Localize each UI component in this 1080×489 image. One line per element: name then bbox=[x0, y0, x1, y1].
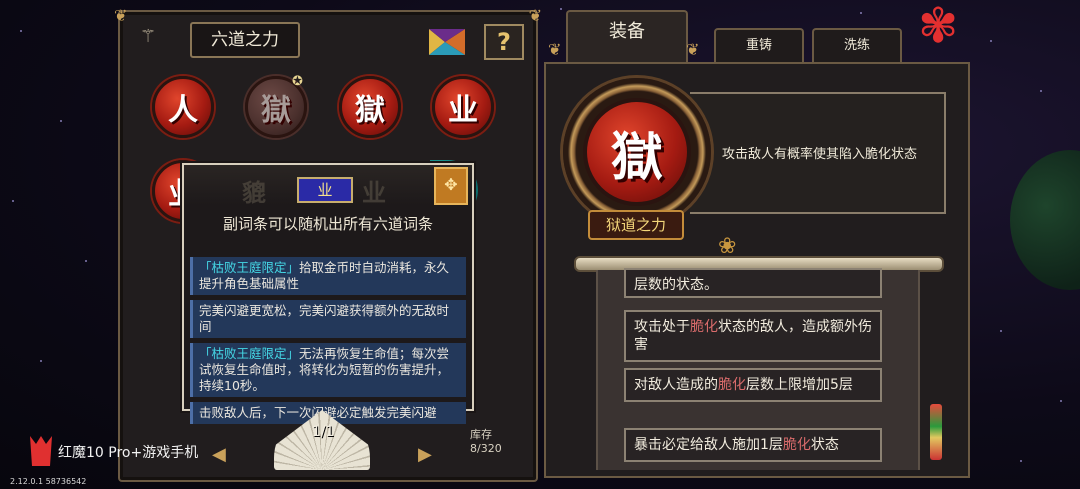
tangram-icon bbox=[429, 29, 465, 55]
six-path-orb[interactable]: 业 bbox=[432, 76, 494, 138]
equipped-description: 攻击敌人有概率使其陷入脆化状态 bbox=[722, 147, 918, 162]
list-item: 「枯败王庭限定」无法再恢复生命值；每次尝试恢复生命值时，将转化为短暂的伤害提升，… bbox=[190, 343, 466, 397]
panel-title: 六道之力 bbox=[190, 22, 300, 58]
affix-tooltip: 貔 业 业 ✥ 副词条可以随机出所有六道词条 「枯败王庭限定」拾取金币时自动消耗… bbox=[182, 163, 474, 424]
ornament-corner-icon: ❦ bbox=[686, 40, 700, 59]
affix-item: 层数的状态。 bbox=[624, 268, 882, 298]
trident-icon: ⚚ bbox=[140, 26, 157, 47]
storage-count: 8/320 bbox=[470, 442, 502, 455]
tooltip-badge: 业 bbox=[297, 177, 353, 203]
ornament-corner-icon: ❦ bbox=[548, 40, 562, 59]
lock-icon[interactable]: ✥ bbox=[434, 167, 468, 205]
tab-reforge[interactable]: 重铸 bbox=[714, 28, 804, 62]
brand-watermark: 红魔10 Pro+游戏手机 bbox=[58, 445, 199, 461]
star-icon: ✪ bbox=[292, 74, 303, 89]
version-label: 2.12.0.1 58736542 bbox=[10, 477, 87, 486]
tooltip-title: 副词条可以随机出所有六道词条 bbox=[222, 215, 433, 233]
tab-refine[interactable]: 洗练 bbox=[812, 28, 902, 62]
affix-item: 攻击处于脆化状态的敌人，造成额外伤害 bbox=[624, 310, 882, 362]
list-item: 完美闪避更宽松，完美闪避获得额外的无敌时间 bbox=[190, 300, 466, 338]
affix-item: 暴击必定给敌人施加1层脆化状态 bbox=[624, 428, 882, 462]
prev-page-arrow-icon[interactable]: ◀ bbox=[212, 444, 226, 465]
list-item: 「枯败王庭限定」拾取金币时自动消耗，永久提升角色基础属性 bbox=[190, 257, 466, 295]
background-planet bbox=[1010, 150, 1080, 290]
equipped-name: 狱道之力 bbox=[588, 210, 684, 240]
page-indicator: 1/1 bbox=[311, 424, 335, 440]
six-path-orb[interactable]: 獄 bbox=[339, 76, 401, 138]
tooltip-list: 「枯败王庭限定」拾取金币时自动消耗，永久提升角色基础属性 完美闪避更宽松，完美闪… bbox=[190, 257, 466, 429]
ornament-corner-icon: ❦ bbox=[114, 6, 128, 25]
affix-item: 对敌人造成的脆化层数上限增加5层 bbox=[624, 368, 882, 402]
tangram-button[interactable] bbox=[425, 24, 469, 60]
tab-equip[interactable]: 装备 bbox=[566, 10, 688, 62]
charm-icon[interactable] bbox=[930, 404, 942, 460]
ghost-char: 貔 bbox=[242, 178, 266, 207]
ghost-char: 业 bbox=[362, 178, 386, 207]
next-page-arrow-icon[interactable]: ▶ bbox=[418, 444, 432, 465]
pinwheel-icon[interactable]: ✾ bbox=[918, 2, 958, 50]
help-button[interactable]: ? bbox=[484, 24, 524, 60]
ornament-corner-icon: ❦ bbox=[528, 6, 542, 25]
storage-label: 库存 bbox=[470, 428, 492, 441]
equipped-orb[interactable]: 獄 bbox=[583, 98, 691, 206]
six-path-orb[interactable]: 人 bbox=[152, 76, 214, 138]
brand-logo-icon bbox=[30, 436, 52, 466]
